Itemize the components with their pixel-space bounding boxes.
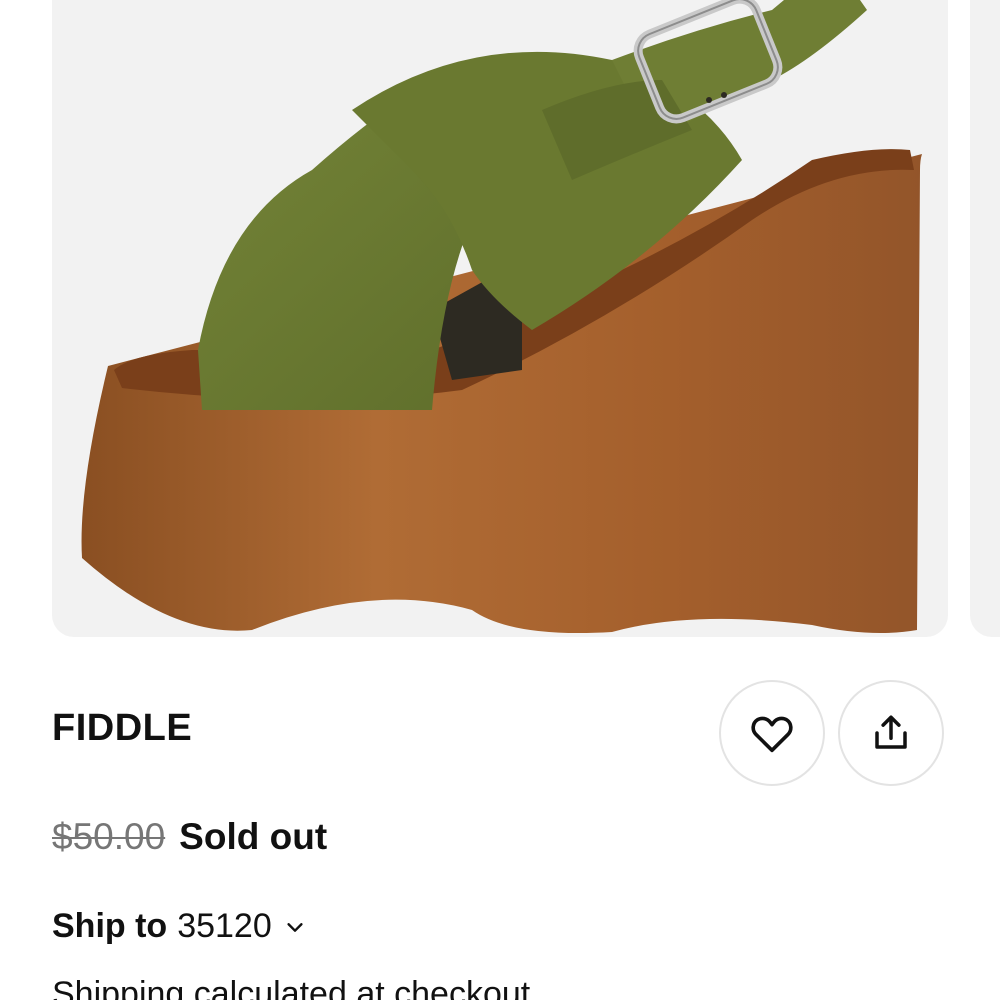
heart-icon xyxy=(751,716,793,753)
ship-to-label: Ship to xyxy=(52,907,168,945)
ship-to-zip: 35120 xyxy=(177,907,272,945)
product-image-carousel[interactable] xyxy=(0,0,1000,640)
product-page: FIDDLE $50.00 Sold out Ship to 35120 Shi… xyxy=(0,0,1000,1000)
sold-out-label: Sold out xyxy=(179,816,328,857)
product-title: FIDDLE xyxy=(52,707,193,749)
product-image xyxy=(81,0,922,634)
shipping-note: Shipping calculated at checkout xyxy=(52,975,531,1000)
wishlist-button[interactable] xyxy=(719,680,825,786)
price-row: $50.00 Sold out xyxy=(52,816,327,858)
compare-at-price: $50.00 xyxy=(52,816,166,857)
share-button[interactable] xyxy=(838,680,944,786)
next-image-card-peek[interactable] xyxy=(970,0,1000,637)
ship-to-selector[interactable]: Ship to 35120 xyxy=(52,907,306,946)
share-icon xyxy=(875,715,907,749)
chevron-down-icon xyxy=(287,922,303,932)
product-image-card[interactable] xyxy=(52,0,948,637)
